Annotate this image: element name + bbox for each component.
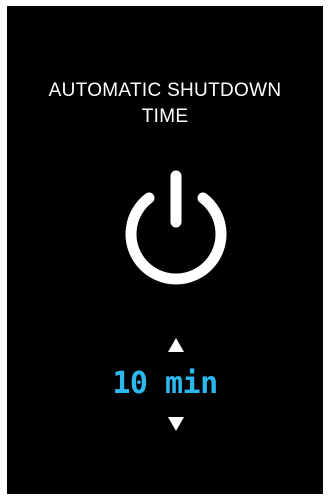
power-icon <box>125 170 227 285</box>
timer-value: 10 min <box>112 366 218 401</box>
shutdown-screen: AUTOMATIC SHUTDOWN TIME 10 min <box>7 6 323 494</box>
increase-arrow-icon[interactable] <box>167 337 185 353</box>
screen-title: AUTOMATIC SHUTDOWN TIME <box>7 78 323 130</box>
screen-title-line2: TIME <box>141 106 189 127</box>
screen-title-line1: AUTOMATIC SHUTDOWN <box>48 80 282 101</box>
decrease-arrow-icon[interactable] <box>167 416 185 432</box>
